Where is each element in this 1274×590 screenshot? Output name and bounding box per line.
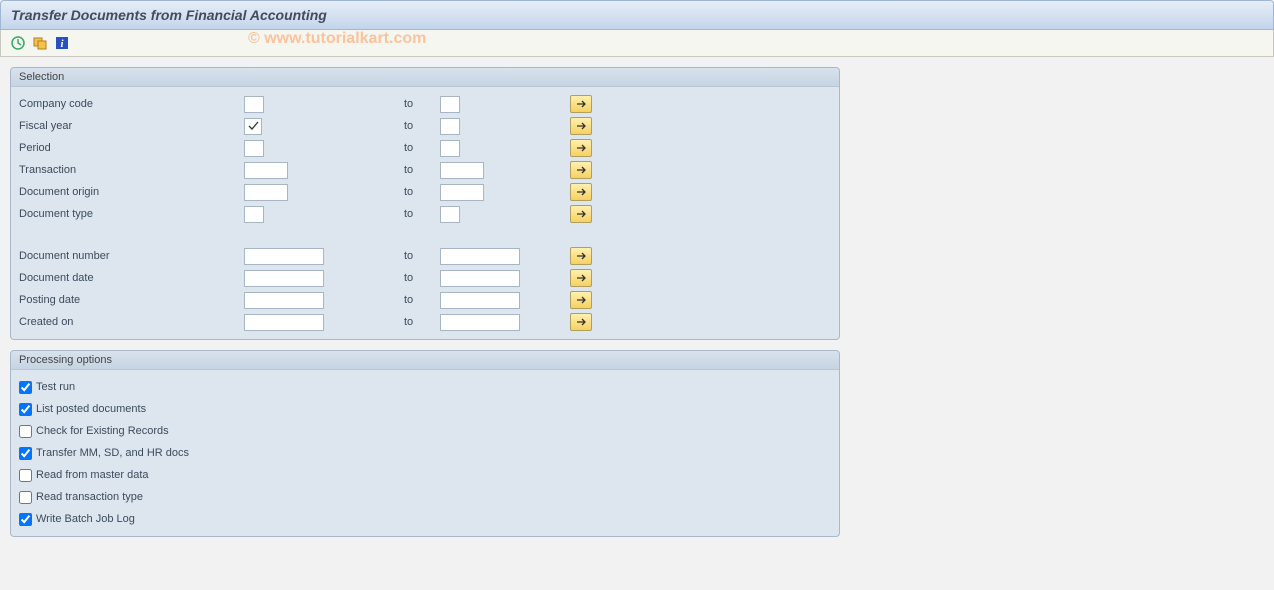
to-label: to <box>404 250 440 262</box>
read-master-label: Read from master data <box>36 469 149 481</box>
company-code-multi-button[interactable] <box>570 95 592 113</box>
fiscal-year-label: Fiscal year <box>19 120 244 132</box>
doc-number-multi-button[interactable] <box>570 247 592 265</box>
processing-group: Processing options Test run List posted … <box>10 350 840 537</box>
doc-date-label: Document date <box>19 272 244 284</box>
opt-read-master: Read from master data <box>19 464 831 486</box>
doc-origin-from[interactable] <box>244 184 288 201</box>
period-label: Period <box>19 142 244 154</box>
toolbar: i <box>0 30 1274 57</box>
doc-type-label: Document type <box>19 208 244 220</box>
opt-check-existing: Check for Existing Records <box>19 420 831 442</box>
to-label: to <box>404 120 440 132</box>
doc-origin-multi-button[interactable] <box>570 183 592 201</box>
doc-number-label: Document number <box>19 250 244 262</box>
to-label: to <box>404 294 440 306</box>
doc-date-to[interactable] <box>440 270 520 287</box>
variant-icon[interactable] <box>31 34 49 52</box>
execute-icon[interactable] <box>9 34 27 52</box>
row-doc-type: Document type to <box>19 203 831 225</box>
row-transaction: Transaction to <box>19 159 831 181</box>
created-on-to[interactable] <box>440 314 520 331</box>
to-label: to <box>404 186 440 198</box>
read-trans-type-label: Read transaction type <box>36 491 143 503</box>
transfer-mm-label: Transfer MM, SD, and HR docs <box>36 447 189 459</box>
test-run-checkbox[interactable] <box>19 381 32 394</box>
transaction-label: Transaction <box>19 164 244 176</box>
posting-date-label: Posting date <box>19 294 244 306</box>
list-posted-checkbox[interactable] <box>19 403 32 416</box>
row-period: Period to <box>19 137 831 159</box>
transaction-to[interactable] <box>440 162 484 179</box>
test-run-label: Test run <box>36 381 75 393</box>
opt-transfer-mm: Transfer MM, SD, and HR docs <box>19 442 831 464</box>
list-posted-label: List posted documents <box>36 403 146 415</box>
transaction-multi-button[interactable] <box>570 161 592 179</box>
info-icon[interactable]: i <box>53 34 71 52</box>
fiscal-year-multi-button[interactable] <box>570 117 592 135</box>
to-label: to <box>404 272 440 284</box>
doc-type-from[interactable] <box>244 206 264 223</box>
doc-type-multi-button[interactable] <box>570 205 592 223</box>
doc-type-to[interactable] <box>440 206 460 223</box>
write-batch-label: Write Batch Job Log <box>36 513 135 525</box>
read-trans-type-checkbox[interactable] <box>19 491 32 504</box>
opt-list-posted: List posted documents <box>19 398 831 420</box>
company-code-to[interactable] <box>440 96 460 113</box>
processing-group-title: Processing options <box>11 351 839 370</box>
company-code-label: Company code <box>19 98 244 110</box>
check-existing-checkbox[interactable] <box>19 425 32 438</box>
row-doc-date: Document date to <box>19 267 831 289</box>
doc-number-from[interactable] <box>244 248 324 265</box>
to-label: to <box>404 316 440 328</box>
period-to[interactable] <box>440 140 460 157</box>
row-company-code: Company code to <box>19 93 831 115</box>
selection-group-title: Selection <box>11 68 839 87</box>
row-fiscal-year: Fiscal year to <box>19 115 831 137</box>
row-doc-number: Document number to <box>19 245 831 267</box>
created-on-from[interactable] <box>244 314 324 331</box>
to-label: to <box>404 164 440 176</box>
row-posting-date: Posting date to <box>19 289 831 311</box>
doc-date-multi-button[interactable] <box>570 269 592 287</box>
read-master-checkbox[interactable] <box>19 469 32 482</box>
period-multi-button[interactable] <box>570 139 592 157</box>
posting-date-to[interactable] <box>440 292 520 309</box>
company-code-from[interactable] <box>244 96 264 113</box>
fiscal-year-to[interactable] <box>440 118 460 135</box>
created-on-label: Created on <box>19 316 244 328</box>
transaction-from[interactable] <box>244 162 288 179</box>
row-doc-origin: Document origin to <box>19 181 831 203</box>
period-from[interactable] <box>244 140 264 157</box>
doc-origin-label: Document origin <box>19 186 244 198</box>
doc-origin-to[interactable] <box>440 184 484 201</box>
posting-date-multi-button[interactable] <box>570 291 592 309</box>
created-on-multi-button[interactable] <box>570 313 592 331</box>
write-batch-checkbox[interactable] <box>19 513 32 526</box>
content-area: Selection Company code to Fiscal year to <box>0 57 1274 557</box>
check-existing-label: Check for Existing Records <box>36 425 169 437</box>
page-title: Transfer Documents from Financial Accoun… <box>0 0 1274 30</box>
opt-read-trans-type: Read transaction type <box>19 486 831 508</box>
transfer-mm-checkbox[interactable] <box>19 447 32 460</box>
row-created-on: Created on to <box>19 311 831 333</box>
doc-date-from[interactable] <box>244 270 324 287</box>
doc-number-to[interactable] <box>440 248 520 265</box>
to-label: to <box>404 208 440 220</box>
to-label: to <box>404 142 440 154</box>
posting-date-from[interactable] <box>244 292 324 309</box>
selection-group: Selection Company code to Fiscal year to <box>10 67 840 340</box>
opt-test-run: Test run <box>19 376 831 398</box>
to-label: to <box>404 98 440 110</box>
opt-write-batch: Write Batch Job Log <box>19 508 831 530</box>
fiscal-year-check[interactable] <box>244 118 262 135</box>
